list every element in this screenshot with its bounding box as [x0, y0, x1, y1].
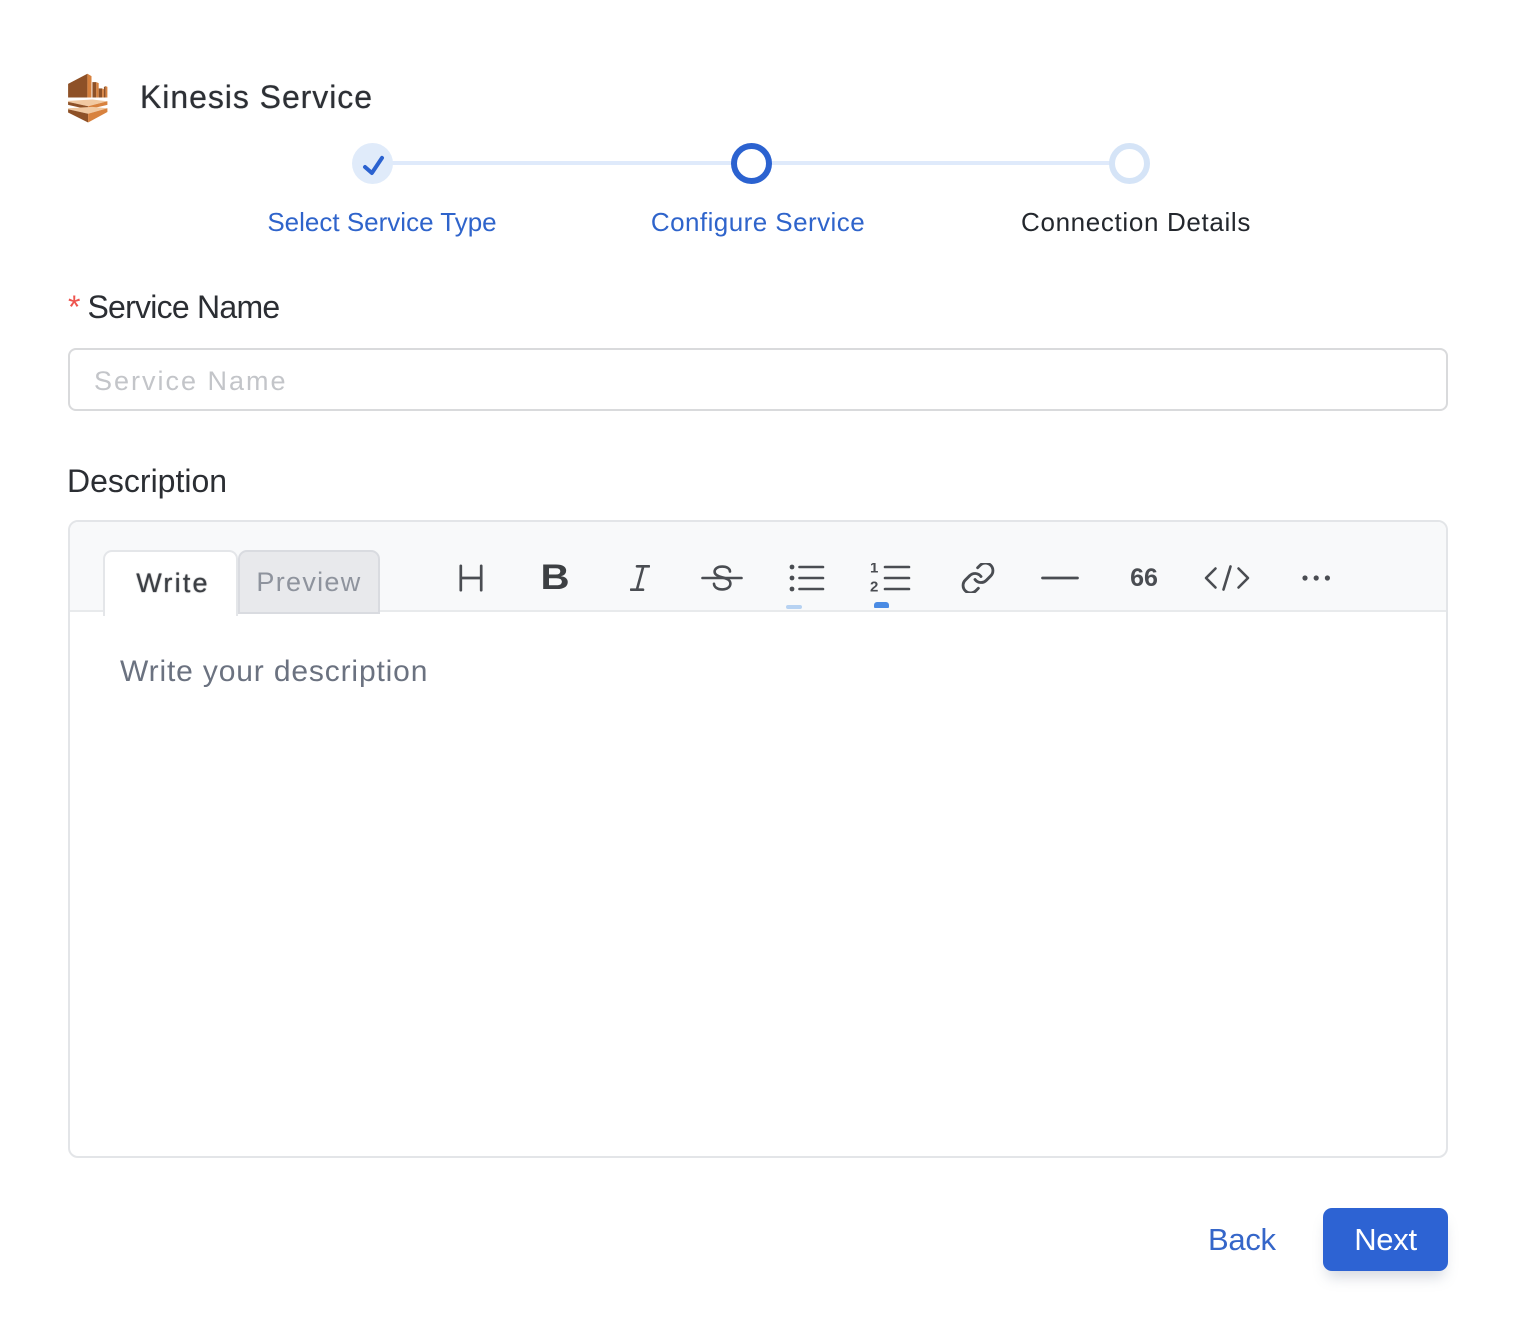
svg-text:2: 2 [870, 578, 878, 593]
svg-text:1: 1 [870, 563, 878, 577]
